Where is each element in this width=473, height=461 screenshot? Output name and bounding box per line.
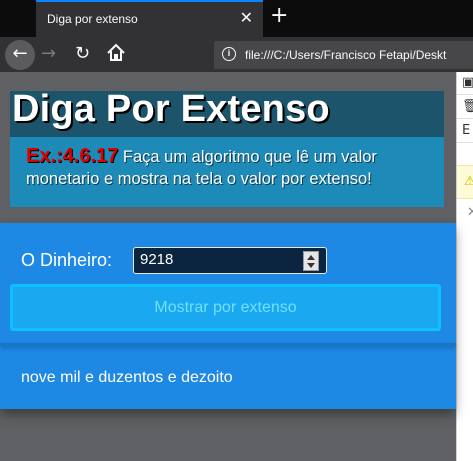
page-header: Diga Por Extenso Ex.:4.6.17 Faça um algo… bbox=[10, 88, 444, 207]
increment-icon[interactable] bbox=[307, 255, 315, 260]
devtools-row[interactable]: ▣ bbox=[457, 72, 473, 95]
inspect-icon[interactable]: ▣ bbox=[462, 76, 473, 90]
devtools-panel: ▣ 🗑 E ⚠ ✕ bbox=[456, 72, 473, 461]
exercise-number: Ex.:4.6.17 bbox=[26, 145, 119, 167]
money-label: O Dinheiro: bbox=[21, 250, 113, 270]
reload-icon[interactable]: ↻ bbox=[75, 42, 90, 66]
exercise-description: Ex.:4.6.17 Faça um algoritmo que lê um v… bbox=[26, 145, 444, 190]
show-extenso-button[interactable]: Mostrar por extenso bbox=[10, 284, 441, 331]
tab-title: Diga por extenso bbox=[47, 12, 138, 26]
decrement-icon[interactable] bbox=[307, 263, 315, 268]
converter-card: O Dinheiro: 9218 Mostrar por extenso nov… bbox=[0, 223, 456, 409]
tab-bar: Diga por extenso ✕ + bbox=[0, 0, 473, 37]
devtools-row[interactable]: E bbox=[457, 120, 473, 143]
page-title: Diga Por Extenso bbox=[12, 88, 330, 130]
devtools-row[interactable]: 🗑 bbox=[457, 96, 473, 119]
home-icon[interactable] bbox=[105, 42, 127, 64]
warning-row: ⚠ bbox=[457, 165, 473, 199]
nav-bar: ← → ↻ i file:///C:/Users/Francisco Fetap… bbox=[0, 37, 473, 72]
trash-icon[interactable]: 🗑 bbox=[462, 100, 473, 114]
info-icon[interactable]: i bbox=[222, 47, 236, 61]
forward-icon[interactable]: → bbox=[41, 42, 56, 66]
result-text: nove mil e duzentos e dezoito bbox=[21, 369, 233, 386]
close-tab-icon[interactable]: ✕ bbox=[240, 8, 253, 28]
new-tab-icon[interactable]: + bbox=[270, 4, 288, 28]
divider bbox=[0, 343, 456, 346]
close-icon[interactable]: ✕ bbox=[467, 205, 473, 220]
filter-icon[interactable]: E bbox=[462, 124, 470, 138]
url-text[interactable]: file:///C:/Users/Francisco Fetapi/Deskt bbox=[245, 48, 446, 62]
address-bar[interactable]: i file:///C:/Users/Francisco Fetapi/Desk… bbox=[214, 41, 473, 69]
title-band: Diga Por Extenso bbox=[10, 88, 444, 137]
warning-icon: ⚠ bbox=[464, 174, 473, 189]
back-icon[interactable]: ← bbox=[5, 40, 35, 70]
number-spinner[interactable] bbox=[303, 251, 319, 271]
money-input[interactable]: 9218 bbox=[133, 247, 327, 274]
browser-tab[interactable]: Diga por extenso ✕ bbox=[36, 0, 263, 37]
